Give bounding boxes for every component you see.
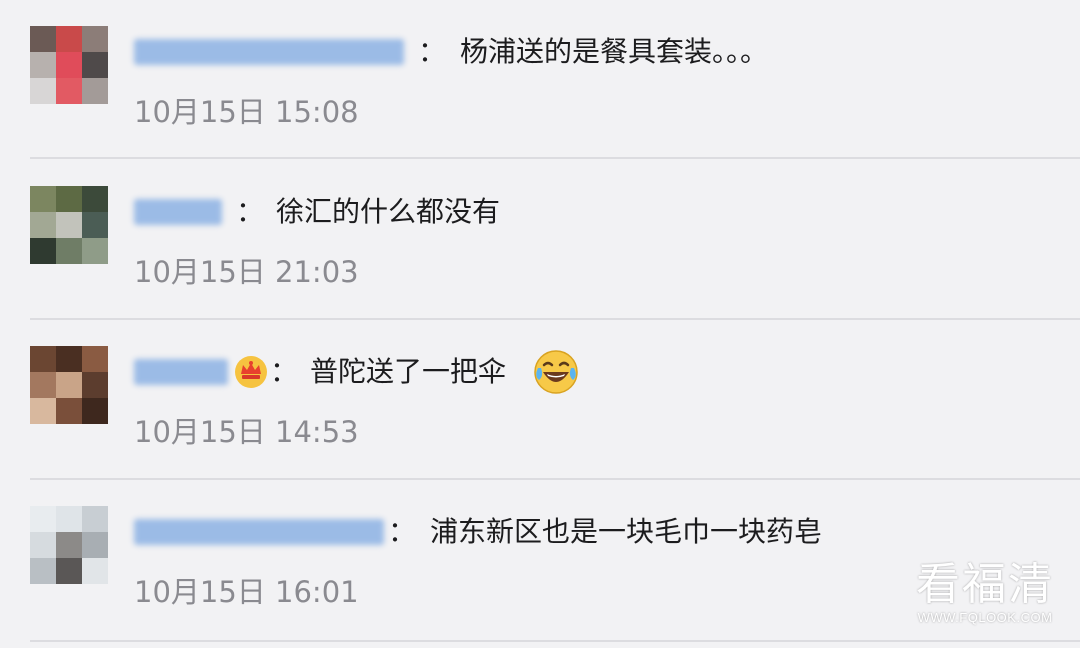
comment-item: ： 徐汇的什么都没有 10月15日 21:03 [0,160,1080,320]
avatar-image [30,26,108,104]
name-colon: ： [418,35,447,68]
comment-time: 10月15日 14:53 [134,415,359,449]
avatar[interactable] [30,26,108,104]
watermark: 看福清 WWW.FQLOOK.COM [916,560,1054,626]
watermark-url: WWW.FQLOOK.COM [917,610,1053,625]
username-blurred[interactable] [134,34,404,70]
avatar-image [30,346,108,424]
comment-text: 浦东新区也是一块毛巾一块药皂 [430,515,823,548]
comment-time: 10月15日 21:03 [134,255,359,289]
comment-item: ： 杨浦送的是餐具套装。。。 10月15日 15:08 [0,0,1080,160]
username-blurred[interactable] [134,514,384,550]
avatar[interactable] [30,506,108,584]
avatar[interactable] [30,346,108,424]
comment-time: 10月15日 15:08 [134,95,359,129]
crown-emoji-icon [235,356,267,388]
comment-time: 10月15日 16:01 [134,575,359,609]
laughing-tears-emoji-icon [534,350,578,394]
watermark-title: 看福清 [916,559,1054,610]
username-blurred[interactable] [134,354,228,390]
comment-item: ： 普陀送了一把伞 10月15日 14:53 [0,320,1080,480]
name-colon: ： [270,355,299,388]
comment-text: 杨浦送的是餐具套装。。。 [460,35,769,68]
avatar-image [30,186,108,264]
comment-text: 普陀送了一把伞 [310,355,507,388]
comment-text: 徐汇的什么都没有 [276,195,501,228]
divider [30,640,1080,642]
username-blurred[interactable] [134,194,222,230]
name-colon: ： [236,195,265,228]
name-colon: ： [388,515,417,548]
divider [30,157,1080,159]
avatar-image [30,506,108,584]
avatar[interactable] [30,186,108,264]
